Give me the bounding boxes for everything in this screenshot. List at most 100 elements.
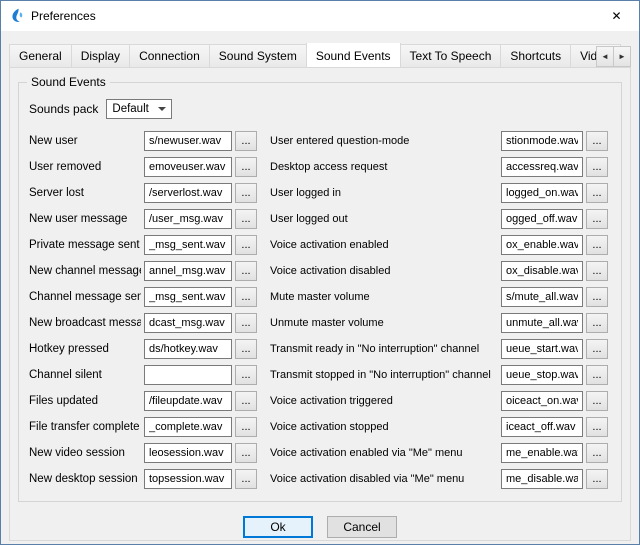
browse-button[interactable]: ... — [235, 183, 257, 203]
sound-event-label: New channel message — [29, 265, 141, 277]
sound-event-label: Channel message sent — [29, 291, 141, 303]
tab-strip: GeneralDisplayConnectionSound SystemSoun… — [9, 43, 631, 67]
sound-file-input[interactable] — [144, 313, 232, 333]
sound-file-input[interactable] — [144, 235, 232, 255]
sound-file-input[interactable] — [501, 287, 583, 307]
browse-button[interactable]: ... — [235, 313, 257, 333]
sound-file-input[interactable] — [144, 443, 232, 463]
browse-button[interactable]: ... — [235, 417, 257, 437]
tab-display[interactable]: Display — [71, 44, 130, 67]
dialog-footer: Ok Cancel — [18, 516, 622, 538]
title-bar: Preferences ✕ — [1, 1, 639, 31]
cancel-button[interactable]: Cancel — [327, 516, 397, 538]
sound-file-input[interactable] — [144, 157, 232, 177]
browse-button[interactable]: ... — [586, 261, 608, 281]
sound-event-label: New broadcast message — [29, 317, 141, 329]
tab-page-sound-events: Sound Events Sounds pack Default New use… — [9, 67, 631, 541]
sound-file-input[interactable] — [144, 261, 232, 281]
browse-button[interactable]: ... — [586, 287, 608, 307]
browse-button[interactable]: ... — [235, 391, 257, 411]
browse-button[interactable]: ... — [586, 391, 608, 411]
browse-button[interactable]: ... — [235, 339, 257, 359]
tab-sound-events[interactable]: Sound Events — [306, 43, 401, 67]
sound-file-input[interactable] — [144, 365, 232, 385]
sound-file-input[interactable] — [501, 157, 583, 177]
sound-event-label: New user — [29, 135, 141, 147]
sound-file-input[interactable] — [501, 313, 583, 333]
sound-event-label: User entered question-mode — [260, 135, 498, 147]
sound-file-input[interactable] — [501, 365, 583, 385]
browse-button[interactable]: ... — [235, 443, 257, 463]
sound-file-input[interactable] — [144, 183, 232, 203]
browse-button[interactable]: ... — [235, 469, 257, 489]
sound-event-label: New video session — [29, 447, 141, 459]
browse-button[interactable]: ... — [586, 417, 608, 437]
sound-file-input[interactable] — [501, 443, 583, 463]
sound-event-label: Private message sent — [29, 239, 141, 251]
browse-button[interactable]: ... — [586, 365, 608, 385]
tab-scroll-left-icon[interactable]: ◄ — [596, 46, 614, 67]
sounds-pack-value: Default — [112, 103, 148, 115]
sound-file-input[interactable] — [501, 183, 583, 203]
sound-event-label: Files updated — [29, 395, 141, 407]
sounds-pack-select[interactable]: Default — [106, 99, 172, 119]
sound-event-label: Mute master volume — [260, 291, 498, 303]
sound-file-input[interactable] — [144, 209, 232, 229]
sound-event-label: Voice activation disabled — [260, 265, 498, 277]
sound-event-label: Server lost — [29, 187, 141, 199]
sound-file-input[interactable] — [144, 287, 232, 307]
sound-file-input[interactable] — [144, 417, 232, 437]
sound-file-input[interactable] — [144, 131, 232, 151]
browse-button[interactable]: ... — [586, 313, 608, 333]
browse-button[interactable]: ... — [235, 365, 257, 385]
sound-event-label: Unmute master volume — [260, 317, 498, 329]
sound-event-label: File transfer complete — [29, 421, 141, 433]
window-title: Preferences — [31, 9, 96, 23]
tab-bar: GeneralDisplayConnectionSound SystemSoun… — [9, 43, 631, 67]
tab-shortcuts[interactable]: Shortcuts — [500, 44, 571, 67]
browse-button[interactable]: ... — [235, 287, 257, 307]
browse-button[interactable]: ... — [235, 157, 257, 177]
tab-text-to-speech[interactable]: Text To Speech — [400, 44, 502, 67]
sound-event-label: New user message — [29, 213, 141, 225]
sound-event-label: Channel silent — [29, 369, 141, 381]
sound-file-input[interactable] — [501, 261, 583, 281]
sound-events-group: Sound Events Sounds pack Default New use… — [18, 82, 622, 502]
browse-button[interactable]: ... — [586, 235, 608, 255]
browse-button[interactable]: ... — [235, 261, 257, 281]
tab-sound-system[interactable]: Sound System — [209, 44, 307, 67]
sound-event-label: New desktop session — [29, 473, 141, 485]
sound-file-input[interactable] — [501, 235, 583, 255]
browse-button[interactable]: ... — [586, 339, 608, 359]
sound-event-label: User logged out — [260, 213, 498, 225]
tab-scroll-right-icon[interactable]: ► — [613, 46, 631, 67]
sound-event-label: User removed — [29, 161, 141, 173]
browse-button[interactable]: ... — [235, 209, 257, 229]
sound-file-input[interactable] — [501, 339, 583, 359]
close-icon[interactable]: ✕ — [594, 1, 639, 31]
browse-button[interactable]: ... — [235, 131, 257, 151]
ok-button[interactable]: Ok — [243, 516, 313, 538]
sound-file-input[interactable] — [501, 131, 583, 151]
browse-button[interactable]: ... — [586, 469, 608, 489]
sounds-pack-row: Sounds pack Default — [29, 99, 611, 119]
sound-file-input[interactable] — [501, 469, 583, 489]
sound-file-input[interactable] — [144, 391, 232, 411]
browse-button[interactable]: ... — [235, 235, 257, 255]
sound-file-input[interactable] — [144, 469, 232, 489]
preferences-window: Preferences ✕ GeneralDisplayConnectionSo… — [0, 0, 640, 545]
browse-button[interactable]: ... — [586, 209, 608, 229]
sound-event-label: Transmit stopped in "No interruption" ch… — [260, 369, 498, 381]
tab-general[interactable]: General — [9, 44, 72, 67]
sound-event-label: Voice activation enabled via "Me" menu — [260, 447, 498, 459]
sound-file-input[interactable] — [501, 391, 583, 411]
tab-connection[interactable]: Connection — [129, 44, 210, 67]
sound-file-input[interactable] — [144, 339, 232, 359]
browse-button[interactable]: ... — [586, 443, 608, 463]
sound-file-input[interactable] — [501, 209, 583, 229]
sound-file-input[interactable] — [501, 417, 583, 437]
browse-button[interactable]: ... — [586, 157, 608, 177]
browse-button[interactable]: ... — [586, 183, 608, 203]
sound-event-label: Voice activation stopped — [260, 421, 498, 433]
browse-button[interactable]: ... — [586, 131, 608, 151]
